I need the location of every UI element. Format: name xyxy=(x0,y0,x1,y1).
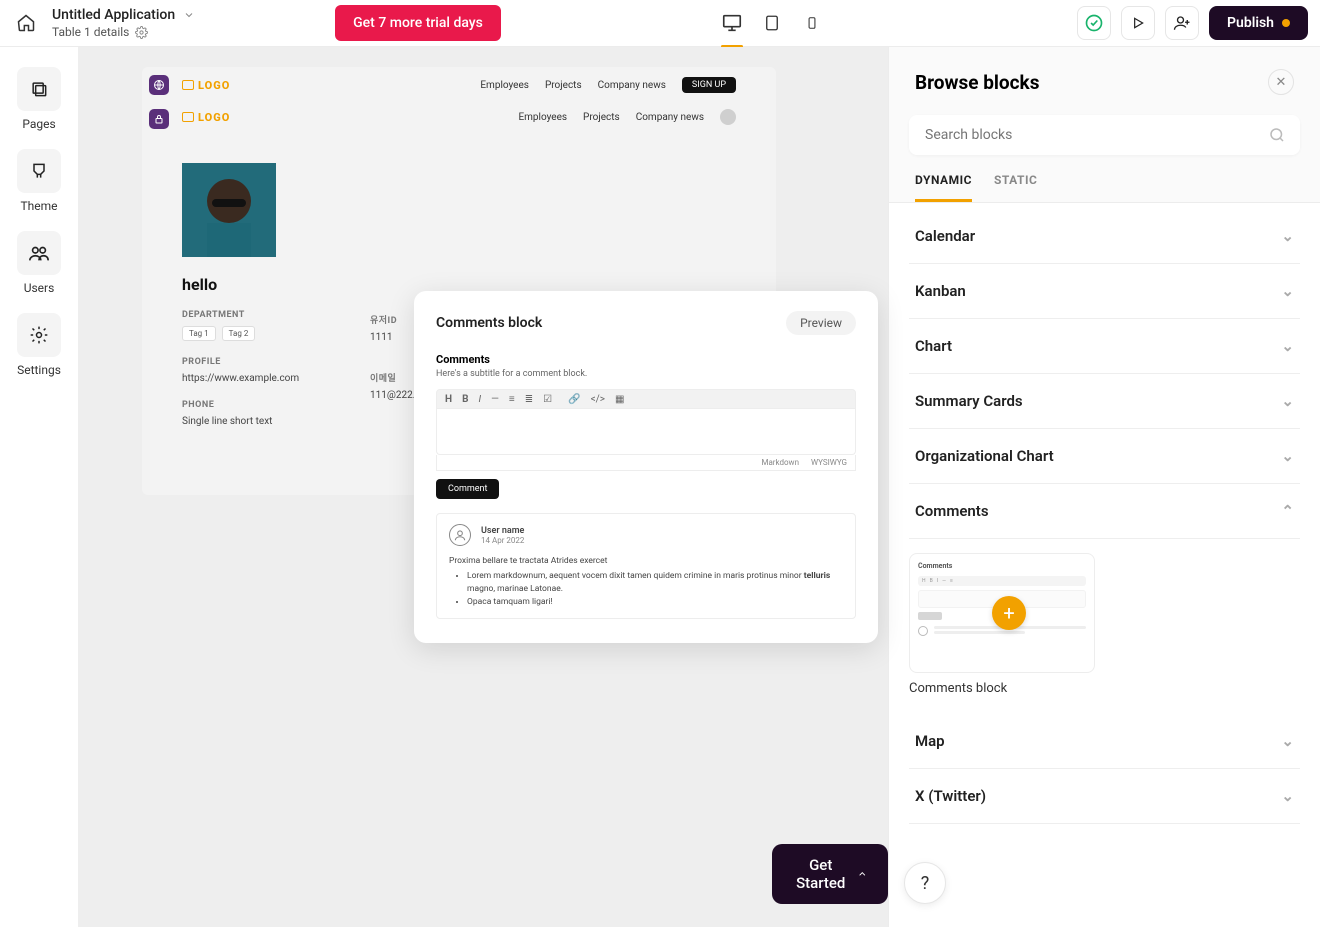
comments-block-config-panel: Comments block Preview Comments Here's a… xyxy=(414,291,878,643)
profile-photo xyxy=(182,163,276,257)
nav-settings[interactable]: Settings xyxy=(17,313,61,377)
nav-label: Pages xyxy=(22,117,55,131)
nav-label: Users xyxy=(24,281,55,295)
signup-button[interactable]: SIGN UP xyxy=(682,77,736,93)
search-blocks-input[interactable] xyxy=(909,115,1300,155)
publish-label: Publish xyxy=(1227,15,1274,31)
nav-link[interactable]: Company news xyxy=(598,80,666,91)
editor-toolbar[interactable]: H B I — ≡ ≣ ☑ 🔗 </> ▦ xyxy=(436,389,856,409)
status-check-icon xyxy=(1077,6,1111,40)
preview-nav-row-2: LOGO Employees Projects Company news xyxy=(182,107,736,127)
field-value: https://www.example.com xyxy=(182,373,299,384)
nav-theme[interactable]: Theme xyxy=(17,149,61,213)
browse-blocks-title: Browse blocks xyxy=(915,71,1039,94)
publish-status-dot-icon xyxy=(1282,19,1290,27)
logo-icon: LOGO xyxy=(182,111,230,124)
user-avatar-icon xyxy=(449,524,471,546)
mode-wysiwyg[interactable]: WYSIWYG xyxy=(811,458,847,467)
trial-button[interactable]: Get 7 more trial days xyxy=(335,5,501,41)
preview-nav-row-1: LOGO Employees Projects Company news SIG… xyxy=(182,75,736,95)
nav-label: Settings xyxy=(17,363,61,377)
breadcrumb: Table 1 details xyxy=(52,25,129,39)
device-mobile-button[interactable] xyxy=(801,12,823,34)
tab-static[interactable]: STATIC xyxy=(994,173,1037,202)
nav-link[interactable]: Projects xyxy=(545,80,582,91)
chevron-down-icon: ⌄ xyxy=(1281,227,1294,245)
add-user-button[interactable] xyxy=(1165,6,1199,40)
nav-link[interactable]: Employees xyxy=(518,112,567,123)
chevron-up-icon: ⌃ xyxy=(1281,502,1294,520)
help-button[interactable]: ? xyxy=(904,862,946,904)
logo-icon: LOGO xyxy=(182,79,230,92)
category-comments[interactable]: Comments⌃ xyxy=(909,484,1300,539)
tab-dynamic[interactable]: DYNAMIC xyxy=(915,173,972,202)
add-block-fab[interactable]: + xyxy=(992,596,1026,630)
panel-title: Comments block xyxy=(436,315,542,331)
layer-globe-button[interactable] xyxy=(149,75,169,95)
nav-link[interactable]: Employees xyxy=(480,80,529,91)
close-button[interactable]: ✕ xyxy=(1268,69,1294,95)
block-card-label: Comments block xyxy=(909,681,1300,696)
device-desktop-button[interactable] xyxy=(721,12,743,34)
comment-submit-button[interactable]: Comment xyxy=(436,479,499,499)
publish-button[interactable]: Publish xyxy=(1209,6,1308,40)
avatar-icon[interactable] xyxy=(720,109,736,125)
field-label: PHONE xyxy=(182,400,299,410)
search-icon xyxy=(1268,126,1286,144)
get-started-button[interactable]: Get Started xyxy=(772,844,888,904)
nav-link[interactable]: Company news xyxy=(636,112,704,123)
field-value: Single line short text xyxy=(182,416,299,427)
category-twitter[interactable]: X (Twitter)⌄ xyxy=(909,769,1300,824)
home-button[interactable] xyxy=(12,9,40,37)
nav-label: Theme xyxy=(20,199,57,213)
device-tablet-button[interactable] xyxy=(761,12,783,34)
preview-toggle[interactable]: Preview xyxy=(786,311,856,335)
mode-markdown[interactable]: Markdown xyxy=(761,458,799,467)
chevron-down-icon: ⌄ xyxy=(1281,787,1294,805)
comment-body-line: Proxima bellare te tractata Atrides exer… xyxy=(449,556,843,566)
comment-date: 14 Apr 2022 xyxy=(481,536,524,545)
category-calendar[interactable]: Calendar⌄ xyxy=(909,209,1300,264)
field-label: DEPARTMENT xyxy=(182,310,299,320)
chevron-down-icon: ⌄ xyxy=(1281,392,1294,410)
nav-users[interactable]: Users xyxy=(17,231,61,295)
app-title: Untitled Application xyxy=(52,7,175,23)
category-org-chart[interactable]: Organizational Chart⌄ xyxy=(909,429,1300,484)
nav-pages[interactable]: Pages xyxy=(17,67,61,131)
profile-name: hello xyxy=(182,275,299,294)
chevron-down-icon: ⌄ xyxy=(1281,447,1294,465)
chevron-down-icon: ⌄ xyxy=(1281,282,1294,300)
section-title: Comments xyxy=(436,353,856,366)
chevron-down-icon: ⌄ xyxy=(1281,732,1294,750)
block-card-comments[interactable]: Comments HBI—≡ + xyxy=(909,553,1095,673)
nav-link[interactable]: Projects xyxy=(583,112,620,123)
field-label: PROFILE xyxy=(182,357,299,367)
gear-icon[interactable] xyxy=(135,26,148,39)
category-summary-cards[interactable]: Summary Cards⌄ xyxy=(909,374,1300,429)
comment-bullet: Lorem markdownum, aequent vocem dixit ta… xyxy=(467,570,843,596)
comment-bullet: Opaca tamquam ligari! xyxy=(467,596,843,609)
app-title-chevron-icon[interactable] xyxy=(183,9,195,21)
layer-lock-button[interactable] xyxy=(149,109,169,129)
tag: Tag 2 xyxy=(222,326,256,341)
category-kanban[interactable]: Kanban⌄ xyxy=(909,264,1300,319)
section-subtitle: Here's a subtitle for a comment block. xyxy=(436,369,856,379)
editor-textarea[interactable] xyxy=(436,409,856,455)
tag: Tag 1 xyxy=(182,326,216,341)
comment-username: User name xyxy=(481,526,524,536)
sample-comment: User name 14 Apr 2022 Proxima bellare te… xyxy=(436,513,856,619)
category-map[interactable]: Map⌄ xyxy=(909,714,1300,769)
category-chart[interactable]: Chart⌄ xyxy=(909,319,1300,374)
play-preview-button[interactable] xyxy=(1121,6,1155,40)
chevron-down-icon: ⌄ xyxy=(1281,337,1294,355)
